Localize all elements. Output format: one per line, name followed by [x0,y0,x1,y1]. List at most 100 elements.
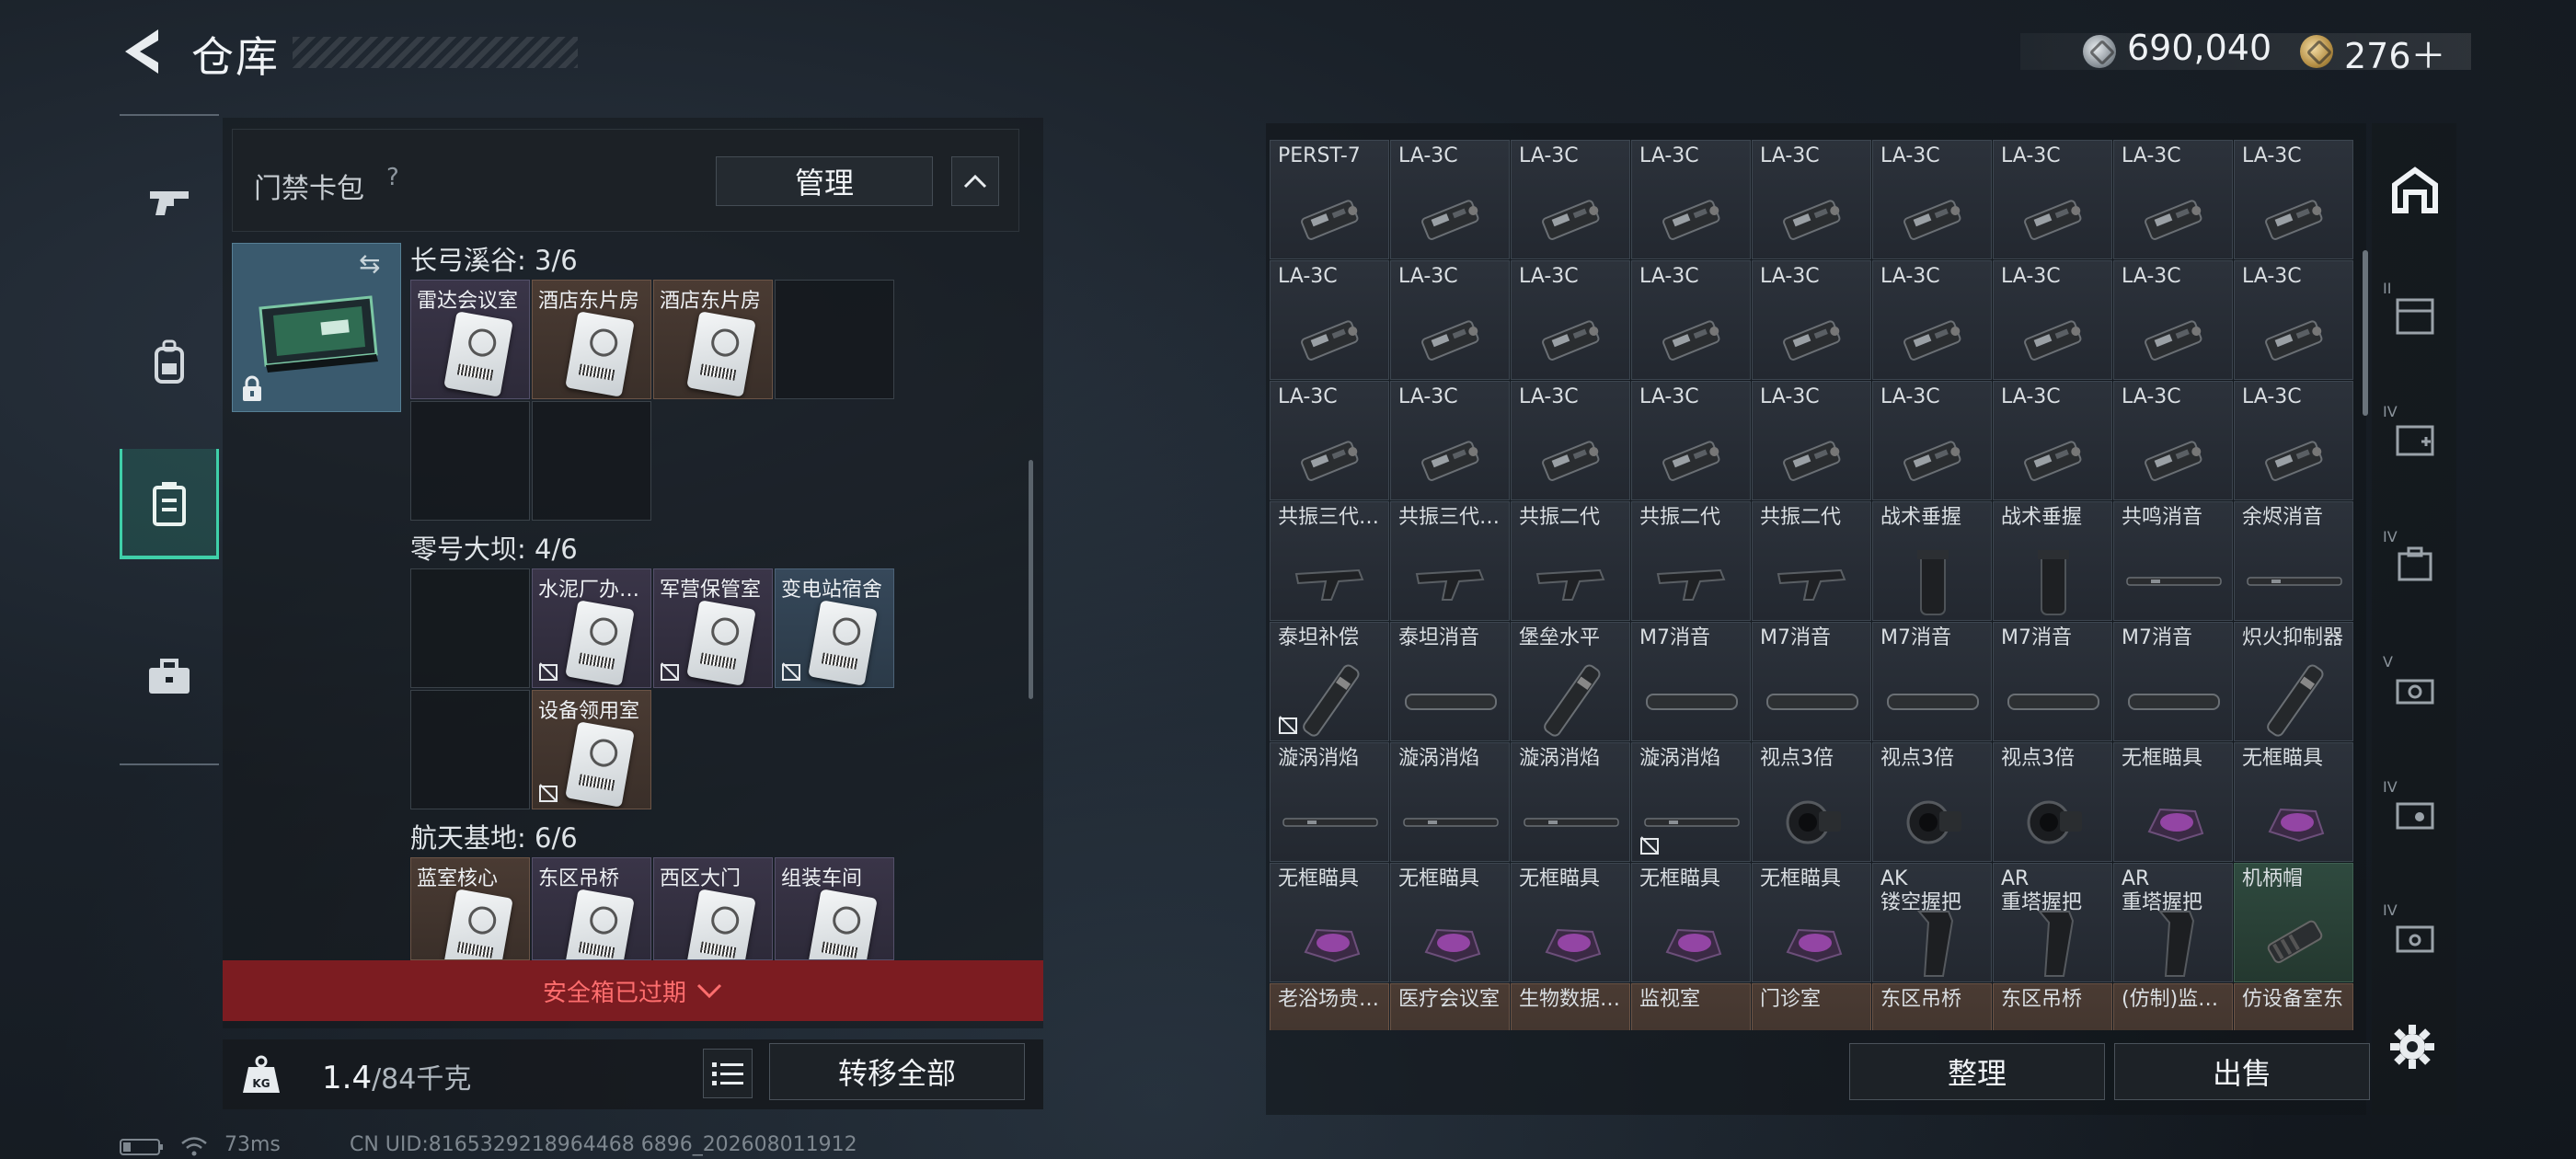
gold-value[interactable]: 276＋ [2344,28,2446,78]
warehouse-item[interactable]: LA-3C [1752,140,1871,259]
card-slot[interactable]: 组装车间 [775,857,894,960]
warehouse-item[interactable]: 战术垂握 [1872,501,1992,621]
warehouse-item[interactable]: LA-3C [1872,381,1992,500]
warehouse-item[interactable]: 共振二代 [1511,501,1630,621]
warehouse-item[interactable]: 视点3倍 [1872,742,1992,862]
empty-card-slot[interactable] [775,280,894,399]
warehouse-item[interactable]: LA-3C [2113,381,2233,500]
rail-item-toolbox[interactable] [120,622,219,732]
warehouse-item[interactable]: 老浴场贵… [1270,983,1389,1030]
warehouse-item[interactable]: 仿设备室东 [2234,983,2353,1030]
card-slot[interactable]: 酒店东片房 [653,280,773,399]
warehouse-item[interactable]: 医疗会议室 [1390,983,1510,1030]
warehouse-item[interactable]: 无框瞄具 [2113,742,2233,862]
warehouse-item[interactable]: 共鸣消音 [2113,501,2233,621]
warehouse-item[interactable]: 生物数据… [1511,983,1630,1030]
warehouse-item[interactable]: 共振三代… [1270,501,1389,621]
card-slot[interactable]: 军营保管室 [653,568,773,688]
warehouse-item[interactable]: LA-3C [1752,381,1871,500]
help-icon[interactable]: ? [386,164,399,191]
card-slot[interactable]: 设备领用室 [532,690,651,809]
warehouse-item[interactable]: LA-3C [1390,381,1510,500]
warehouse-item[interactable]: 漩涡消焰 [1270,742,1389,862]
sort-button[interactable]: 整理 [1849,1043,2105,1100]
warehouse-item[interactable]: 炽火抑制器 [2234,622,2353,741]
back-arrow-icon[interactable] [118,26,166,77]
warehouse-item[interactable]: 泰坦补偿 [1270,622,1389,741]
warehouse-item[interactable]: LA-3C [1993,381,2112,500]
transfer-all-button[interactable]: 转移全部 [769,1043,1025,1100]
storage-rail-item[interactable]: IV [2375,889,2455,990]
card-slot[interactable]: 酒店东片房 [532,280,651,399]
warehouse-item[interactable]: 无框瞄具 [1270,863,1389,982]
empty-card-slot[interactable] [532,401,651,521]
collapse-button[interactable] [951,156,999,206]
warehouse-item[interactable]: LA-3C [1631,140,1751,259]
warehouse-item[interactable]: 监视室 [1631,983,1751,1030]
warehouse-scrollbar[interactable] [2363,250,2368,416]
warehouse-item[interactable]: 余烬消音 [2234,501,2353,621]
storage-rail-item[interactable]: IV [2375,390,2455,491]
warehouse-item[interactable]: 视点3倍 [1993,742,2112,862]
safebox-expired-banner[interactable]: 安全箱已过期 [223,960,1043,1021]
warehouse-item[interactable]: LA-3C [1511,140,1630,259]
storage-rail-item[interactable]: IV [2375,515,2455,616]
gear-icon[interactable] [2388,1023,2436,1071]
warehouse-item[interactable]: LA-3C [1872,260,1992,380]
empty-card-slot[interactable] [410,568,530,688]
warehouse-item[interactable]: 机柄帽 [2234,863,2353,982]
warehouse-item[interactable]: LA-3C [2234,140,2353,259]
warehouse-item[interactable]: 漩涡消焰 [1631,742,1751,862]
warehouse-item[interactable]: 漩涡消焰 [1390,742,1510,862]
warehouse-item[interactable]: 东区吊桥 [1993,983,2112,1030]
warehouse-item[interactable]: LA-3C [1631,260,1751,380]
warehouse-item[interactable]: 门诊室 [1752,983,1871,1030]
rail-item-backpack[interactable] [120,307,219,418]
warehouse-item[interactable]: 无框瞄具 [1390,863,1510,982]
warehouse-item[interactable]: LA-3C [1390,140,1510,259]
warehouse-item[interactable]: 无框瞄具 [1752,863,1871,982]
rail-item-safebox[interactable] [120,449,219,559]
card-pack-scrollbar[interactable] [1029,460,1033,699]
warehouse-item[interactable]: M7消音 [1993,622,2112,741]
card-slot[interactable]: 水泥厂办… [532,568,651,688]
warehouse-item[interactable]: LA-3C [1993,140,2112,259]
warehouse-item[interactable]: 漩涡消焰 [1511,742,1630,862]
warehouse-item[interactable]: M7消音 [2113,622,2233,741]
warehouse-item[interactable]: LA-3C [1631,381,1751,500]
card-slot[interactable]: 雷达会议室 [410,280,530,399]
manage-button[interactable]: 管理 [716,156,933,206]
storage-rail-item[interactable]: IV [2375,765,2455,866]
warehouse-item[interactable]: 共振二代 [1631,501,1751,621]
warehouse-item[interactable]: LA-3C [1511,381,1630,500]
list-view-button[interactable] [703,1049,753,1098]
card-slot[interactable]: 蓝室核心 [410,857,530,960]
warehouse-item[interactable]: PERST-7 [1270,140,1389,259]
card-slot[interactable]: 东区吊桥 [532,857,651,960]
empty-card-slot[interactable] [410,401,530,521]
warehouse-item[interactable]: LA-3C [1993,260,2112,380]
warehouse-item[interactable]: M7消音 [1752,622,1871,741]
sell-button[interactable]: 出售 [2114,1043,2370,1100]
warehouse-item[interactable]: M7消音 [1872,622,1992,741]
warehouse-item[interactable]: AR 重塔握把 [1993,863,2112,982]
warehouse-item[interactable]: LA-3C [1270,260,1389,380]
warehouse-item[interactable]: 无框瞄具 [2234,742,2353,862]
storage-rail-item[interactable] [2375,142,2455,243]
warehouse-item[interactable]: LA-3C [1270,381,1389,500]
warehouse-item[interactable]: 共振二代 [1752,501,1871,621]
warehouse-item[interactable]: (仿制)监… [2113,983,2233,1030]
warehouse-item[interactable]: 视点3倍 [1752,742,1871,862]
warehouse-item[interactable]: LA-3C [2234,381,2353,500]
warehouse-item[interactable]: LA-3C [1752,260,1871,380]
warehouse-item[interactable]: 战术垂握 [1993,501,2112,621]
warehouse-item[interactable]: AR 重塔握把 [2113,863,2233,982]
warehouse-item[interactable]: 泰坦消音 [1390,622,1510,741]
rail-item-weapons[interactable] [120,147,219,258]
card-slot[interactable]: 变电站宿舍 [775,568,894,688]
card-slot[interactable]: 西区大门 [653,857,773,960]
warehouse-item[interactable]: LA-3C [2113,260,2233,380]
warehouse-item[interactable]: 无框瞄具 [1631,863,1751,982]
warehouse-item[interactable]: 堡垒水平 [1511,622,1630,741]
empty-card-slot[interactable] [410,690,530,809]
